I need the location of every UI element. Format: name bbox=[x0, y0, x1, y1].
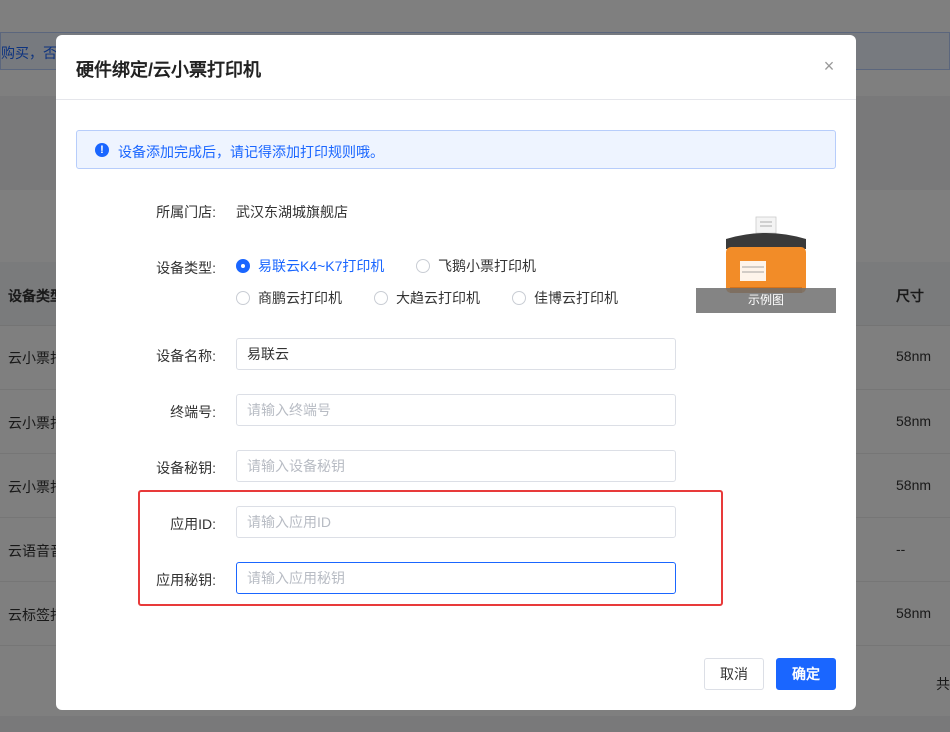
radio-yilianyun[interactable]: 易联云K4~K7打印机 bbox=[236, 257, 384, 275]
radio-shangpeng[interactable]: 商鹏云打印机 bbox=[236, 289, 342, 307]
radio-feie[interactable]: 飞鹅小票打印机 bbox=[416, 257, 536, 275]
terminal-no-input[interactable] bbox=[236, 394, 676, 426]
radio-label: 大趋云打印机 bbox=[396, 290, 480, 306]
radio-label: 商鹏云打印机 bbox=[258, 290, 342, 306]
cancel-button[interactable]: 取消 bbox=[704, 658, 764, 690]
printer-image bbox=[726, 216, 806, 293]
radio-jiabo[interactable]: 佳博云打印机 bbox=[512, 289, 618, 307]
terminal-no-label: 终端号: bbox=[170, 404, 216, 420]
radio-label: 易联云K4~K7打印机 bbox=[258, 258, 385, 274]
app-secret-label: 应用秘钥: bbox=[156, 572, 216, 588]
radio-checked-icon bbox=[236, 259, 250, 273]
radio-unchecked-icon bbox=[416, 259, 430, 273]
store-value: 武汉东湖城旗舰店 bbox=[236, 204, 348, 220]
radio-daqu[interactable]: 大趋云打印机 bbox=[374, 289, 480, 307]
info-icon: ! bbox=[95, 143, 109, 157]
close-icon[interactable]: × bbox=[820, 57, 838, 75]
printer-preview: 示例图 bbox=[696, 207, 836, 313]
app-id-label: 应用ID: bbox=[170, 516, 216, 532]
bind-hardware-dialog: 硬件绑定/云小票打印机 × ! 设备添加完成后，请记得添加打印规则哦。 所属门店… bbox=[56, 35, 856, 710]
device-secret-label: 设备秘钥: bbox=[156, 460, 216, 476]
radio-label: 飞鹅小票打印机 bbox=[438, 258, 536, 274]
info-alert: ! 设备添加完成后，请记得添加打印规则哦。 bbox=[76, 130, 836, 169]
radio-unchecked-icon bbox=[374, 291, 388, 305]
preview-caption: 示例图 bbox=[696, 288, 836, 313]
device-type-label: 设备类型: bbox=[156, 260, 216, 276]
radio-unchecked-icon bbox=[512, 291, 526, 305]
app-secret-input[interactable] bbox=[236, 562, 676, 594]
dialog-header: 硬件绑定/云小票打印机 × bbox=[56, 35, 856, 100]
alert-text: 设备添加完成后，请记得添加打印规则哦。 bbox=[118, 144, 384, 160]
device-secret-input[interactable] bbox=[236, 450, 676, 482]
app-id-input[interactable] bbox=[236, 506, 676, 538]
store-label: 所属门店: bbox=[156, 204, 216, 220]
radio-unchecked-icon bbox=[236, 291, 250, 305]
confirm-button[interactable]: 确定 bbox=[776, 658, 836, 690]
dialog-title: 硬件绑定/云小票打印机 bbox=[76, 60, 261, 80]
device-name-input[interactable] bbox=[236, 338, 676, 370]
radio-label: 佳博云打印机 bbox=[534, 290, 618, 306]
device-name-label: 设备名称: bbox=[156, 348, 216, 364]
